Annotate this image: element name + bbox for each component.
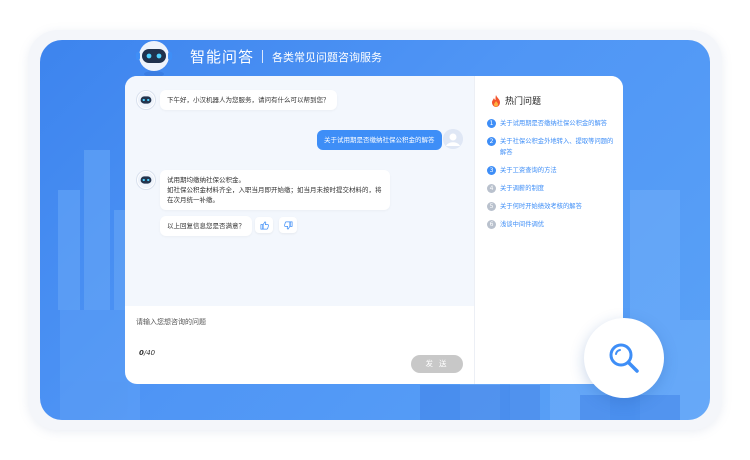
thumbs-down-button[interactable]	[279, 217, 297, 233]
char-counter: 0/40	[139, 349, 155, 357]
hot-questions-title: 热门问题	[491, 94, 541, 107]
thumbs-down-icon	[283, 221, 292, 229]
hot-questions-list: 1 关于试用期是否缴纳社保公积金的解答 2 关于社保公积金外地转入、提取等问题的解答…	[487, 118, 615, 237]
answer-line: 试用期均缴纳社保公积金。	[167, 176, 245, 184]
bot-avatar-icon	[136, 170, 156, 190]
bot-answer-bubble: 试用期均缴纳社保公积金。 如社保公积金材料齐全，入职当月即开始缴；如当月未按时提…	[160, 170, 390, 210]
question-text: 关于工资查询的方法	[500, 167, 557, 174]
robot-mascot-icon	[136, 41, 172, 77]
user-message-bubble: 关于试用期是否缴纳社保公积金的解答	[317, 130, 442, 150]
user-avatar-icon	[443, 129, 463, 149]
feedback-prompt-bubble: 以上回复信息您是否满意？	[160, 216, 252, 236]
hot-question-item[interactable]: 2 关于社保公积金外地转入、提取等问题的解答	[487, 136, 615, 158]
header-divider	[262, 50, 263, 63]
thumbs-up-icon	[260, 221, 269, 229]
question-text: 关于社保公积金外地转入、提取等问题的解答	[500, 138, 614, 156]
question-number-badge: 6	[487, 220, 496, 229]
search-icon	[609, 343, 639, 373]
hot-title-text: 热门问题	[505, 97, 542, 107]
page-title: 智能问答	[190, 48, 255, 66]
question-text: 浅谈中间件调优	[500, 221, 545, 228]
question-text: 关于调薪的制度	[500, 185, 545, 192]
char-count-max: /40	[143, 349, 156, 357]
question-number-badge: 1	[487, 119, 496, 128]
question-input[interactable]: 请输入您想咨询的问题	[136, 317, 206, 327]
hot-question-item[interactable]: 1 关于试用期是否缴纳社保公积金的解答	[487, 118, 615, 129]
bot-greeting-bubble: 下午好，小汉机器人为您服务，请问有什么可以帮到您？	[160, 90, 337, 110]
hot-question-item[interactable]: 6 浅谈中间件调优	[487, 219, 615, 230]
question-number-badge: 2	[487, 137, 496, 146]
answer-line: 在次月统一补缴。	[167, 196, 219, 204]
hot-question-item[interactable]: 5 关于何时开始绩效考核的解答	[487, 201, 615, 212]
question-number-badge: 3	[487, 166, 496, 175]
question-text: 关于何时开始绩效考核的解答	[500, 203, 582, 210]
page-subtitle: 各类常见问题咨询服务	[272, 51, 382, 64]
hot-question-item[interactable]: 4 关于调薪的制度	[487, 183, 615, 194]
chat-card: 下午好，小汉机器人为您服务，请问有什么可以帮到您？ 关于试用期是否缴纳社保公积金…	[125, 76, 623, 384]
chat-area[interactable]: 下午好，小汉机器人为您服务，请问有什么可以帮到您？ 关于试用期是否缴纳社保公积金…	[125, 76, 474, 306]
send-button[interactable]: 发 送	[411, 355, 463, 373]
question-text: 关于试用期是否缴纳社保公积金的解答	[500, 120, 608, 127]
question-number-badge: 5	[487, 202, 496, 211]
bot-avatar-icon	[136, 90, 156, 110]
fire-icon	[492, 94, 500, 107]
search-button[interactable]	[584, 318, 664, 398]
hot-question-item[interactable]: 3 关于工资查询的方法	[487, 165, 615, 176]
question-number-badge: 4	[487, 184, 496, 193]
thumbs-up-button[interactable]	[255, 217, 273, 233]
answer-line: 如社保公积金材料齐全，入职当月即开始缴；如当月未按时提交材料的，将	[167, 186, 382, 194]
